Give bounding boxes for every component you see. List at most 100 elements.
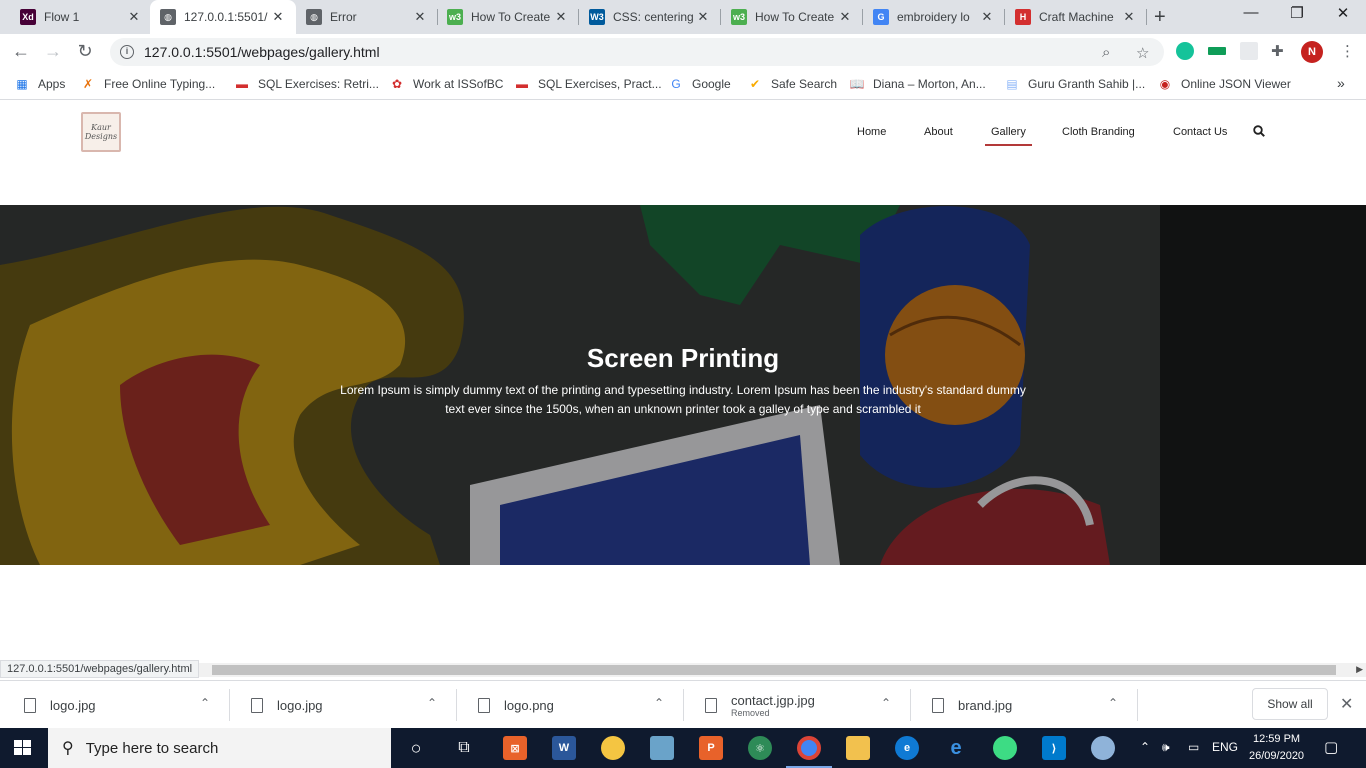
download-text: logo.png <box>504 698 554 713</box>
hero-title: Screen Printing <box>586 343 780 373</box>
site-info-icon[interactable]: i <box>120 45 134 59</box>
nav-link-contact-us[interactable]: Contact Us <box>1173 126 1227 138</box>
horizontal-scrollbar[interactable]: ▶ <box>0 663 1366 677</box>
chevron-up-icon[interactable]: ⌃ <box>881 696 891 710</box>
battery-icon[interactable]: ▭ <box>1188 740 1199 754</box>
clock[interactable]: 12:59 PM 26/09/2020 <box>1249 731 1304 765</box>
craft-icon: H <box>1015 9 1031 25</box>
sticky-app-icon[interactable] <box>601 736 625 760</box>
cortana-icon[interactable]: ○ <box>404 736 428 760</box>
grammarly-extension-icon[interactable] <box>1176 42 1194 60</box>
scrollbar-thumb[interactable] <box>212 665 1336 675</box>
notifications-icon[interactable]: ▢ <box>1324 738 1338 756</box>
browser-tab[interactable]: H Craft Machine ✕ <box>1005 0 1147 34</box>
close-tab-icon[interactable]: ✕ <box>979 9 995 25</box>
bookmark-item[interactable]: ▬ SQL Exercises: Retri... <box>234 76 379 92</box>
taskbar-search-placeholder[interactable]: Type here to search <box>86 740 219 757</box>
extensions-puzzle-icon[interactable]: ✚ <box>1271 42 1284 60</box>
show-hidden-icons-icon[interactable]: ⌃ <box>1140 740 1150 754</box>
bookmark-item[interactable]: ◉ Online JSON Viewer <box>1157 76 1291 92</box>
maximize-button[interactable]: ❐ <box>1282 4 1312 22</box>
atom-icon[interactable]: ⚛ <box>748 736 772 760</box>
site-logo[interactable]: Kaur Designs <box>81 112 121 152</box>
close-tab-icon[interactable]: ✕ <box>695 9 711 25</box>
task-view-icon[interactable]: ⧉ <box>452 736 476 760</box>
check-icon: ✔ <box>749 77 761 91</box>
browser-tab[interactable]: w3 How To Create ✕ <box>437 0 579 34</box>
extension-icon[interactable] <box>1240 42 1258 60</box>
forward-button[interactable]: → <box>42 41 64 62</box>
tab-title: Error <box>330 10 357 24</box>
download-item[interactable]: brand.jpg ⌃ <box>908 681 1138 729</box>
download-item[interactable]: contact.jgp.jpg Removed ⌃ <box>681 681 911 729</box>
close-downloads-icon[interactable]: ✕ <box>1340 694 1353 714</box>
close-tab-icon[interactable]: ✕ <box>270 9 286 25</box>
close-tab-icon[interactable]: ✕ <box>837 9 853 25</box>
download-filename: brand.jpg <box>958 697 1013 713</box>
postman-icon[interactable]: P <box>699 736 723 760</box>
browser-tab[interactable]: Gembroidery lo ✕ <box>863 0 1005 34</box>
paint-icon[interactable] <box>1091 736 1115 760</box>
bookmark-item[interactable]: ✿ Work at ISSofBC <box>389 76 504 92</box>
download-item[interactable]: logo.png ⌃ <box>454 681 684 729</box>
menu-kebab-icon[interactable]: ⋮ <box>1340 42 1355 60</box>
google-icon: G <box>873 9 889 25</box>
close-tab-icon[interactable]: ✕ <box>126 9 142 25</box>
tab-separator <box>1146 9 1147 25</box>
internet-explorer-icon[interactable]: e <box>944 736 968 760</box>
close-window-button[interactable]: ✕ <box>1328 4 1358 22</box>
back-button[interactable]: ← <box>10 41 32 62</box>
nav-link-home[interactable]: Home <box>857 126 886 138</box>
bookmark-item[interactable]: ▬ SQL Exercises, Pract... <box>514 76 662 92</box>
volume-icon[interactable]: 🕪 <box>1162 740 1170 755</box>
bookmark-item[interactable]: ▤ Guru Granth Sahib |... <box>1004 76 1145 92</box>
profile-avatar[interactable]: N <box>1301 41 1323 63</box>
close-tab-icon[interactable]: ✕ <box>1121 9 1137 25</box>
language-indicator[interactable]: ENG <box>1212 740 1238 754</box>
minimize-button[interactable]: — <box>1236 4 1266 21</box>
notes-app-icon[interactable] <box>650 736 674 760</box>
chevron-up-icon[interactable]: ⌃ <box>200 696 210 710</box>
word-icon[interactable]: W <box>552 736 576 760</box>
close-tab-icon[interactable]: ✕ <box>553 9 569 25</box>
bookmark-item[interactable]: ▦ Apps <box>14 76 65 92</box>
bookmark-item[interactable]: G Google <box>668 76 730 92</box>
nav-link-gallery[interactable]: Gallery <box>985 126 1032 146</box>
chrome-icon[interactable] <box>797 736 821 760</box>
show-all-button[interactable]: Show all <box>1252 688 1328 720</box>
browser-tab[interactable]: W3 CSS: centering ✕ <box>579 0 721 34</box>
close-tab-icon[interactable]: ✕ <box>412 9 428 25</box>
zoom-icon[interactable]: ⌕ <box>1102 44 1110 61</box>
browser-tab[interactable]: w3 How To Create ✕ <box>721 0 863 34</box>
bookmark-item[interactable]: ✗ Free Online Typing... <box>80 76 215 92</box>
file-explorer-icon[interactable] <box>846 736 870 760</box>
address-url[interactable]: 127.0.0.1:5501/webpages/gallery.html <box>144 44 380 60</box>
bookmark-item[interactable]: 📖 Diana – Morton, An... <box>849 76 986 92</box>
download-item[interactable]: logo.jpg ⌃ <box>0 681 230 729</box>
download-item[interactable]: logo.jpg ⌃ <box>227 681 457 729</box>
bookmark-star-icon[interactable]: ☆ <box>1136 44 1149 62</box>
new-tab-button[interactable]: + <box>1154 6 1166 29</box>
xampp-icon[interactable]: ⊠ <box>503 736 527 760</box>
address-bar[interactable]: i 127.0.0.1:5501/webpages/gallery.html ⌕… <box>110 38 1164 66</box>
chevron-up-icon[interactable]: ⌃ <box>1108 696 1118 710</box>
nav-link-about[interactable]: About <box>924 126 953 138</box>
search-icon[interactable] <box>1253 125 1265 137</box>
taskbar-search[interactable]: ⚲ Type here to search <box>48 728 391 768</box>
browser-tab[interactable]: ◍ Error ✕ <box>296 0 438 34</box>
browser-tab[interactable]: ◍ 127.0.0.1:5501/✕ <box>150 0 296 34</box>
chevron-up-icon[interactable]: ⌃ <box>427 696 437 710</box>
bookmark-item[interactable]: ✔ Safe Search <box>747 76 837 92</box>
windows-start-icon[interactable] <box>14 740 32 756</box>
nav-link-cloth-branding[interactable]: Cloth Branding <box>1062 126 1135 138</box>
chevron-up-icon[interactable]: ⌃ <box>654 696 664 710</box>
android-studio-icon[interactable] <box>993 736 1017 760</box>
browser-tab[interactable]: Xd Flow 1 ✕ <box>10 0 152 34</box>
edge-icon[interactable]: e <box>895 736 919 760</box>
extension-icon[interactable] <box>1208 47 1226 55</box>
download-text: brand.jpg <box>958 698 1012 713</box>
scroll-right-arrow-icon[interactable]: ▶ <box>1356 664 1363 675</box>
reload-button[interactable]: ↻ <box>74 41 96 62</box>
bookmarks-more-icon[interactable]: » <box>1337 75 1345 91</box>
vscode-icon[interactable]: ⟩ <box>1042 736 1066 760</box>
